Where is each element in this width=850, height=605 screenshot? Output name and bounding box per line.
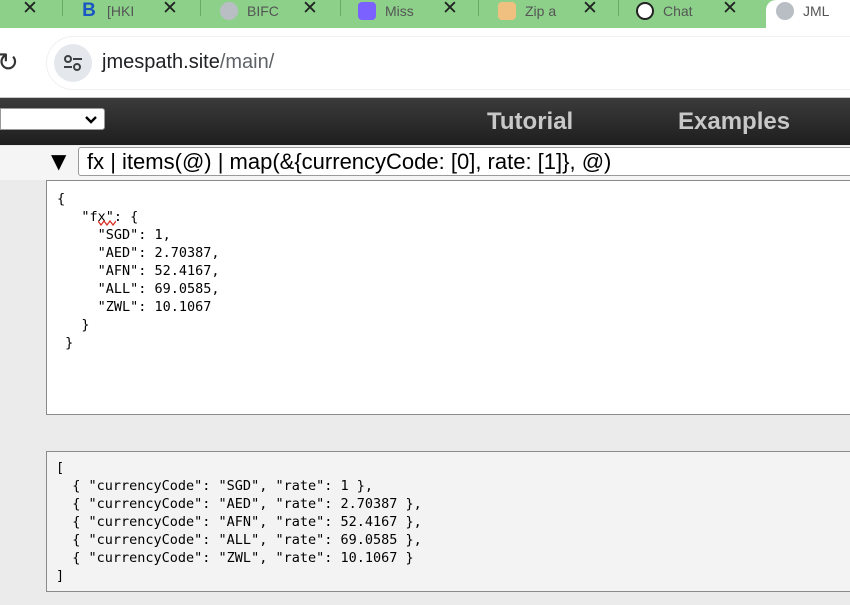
b-bold-icon: B (82, 0, 96, 21)
close-tab-icon[interactable]: ✕ (442, 0, 458, 20)
address-bar[interactable]: jmespath.site/main/ (46, 36, 850, 90)
site-info-button[interactable] (54, 44, 92, 82)
collapse-toggle-icon[interactable]: ▼ (51, 149, 66, 173)
input-json-text[interactable]: { "fx": { "SGD": 1, "AED": 2.70387, "AFN… (57, 190, 220, 352)
example-select[interactable] (0, 108, 105, 130)
openai-icon (636, 2, 654, 20)
browser-tab[interactable]: BIFC ✕ (220, 0, 318, 22)
result-output: [ { "currencyCode": "SGD", "rate": 1 }, … (46, 451, 850, 592)
browser-toolbar: ↻ jmespath.site/main/ (0, 28, 850, 98)
input-json-editor[interactable]: { "fx": { "SGD": 1, "AED": 2.70387, "AFN… (46, 180, 850, 415)
globe-icon (220, 2, 238, 20)
browser-tab[interactable]: Miss ✕ (358, 0, 458, 22)
tab-separator (478, 0, 479, 16)
reload-icon[interactable]: ↻ (0, 48, 19, 78)
tab-separator (62, 0, 63, 16)
tab-title: JML (803, 3, 830, 19)
tab-separator (618, 0, 619, 16)
zip-icon (498, 2, 516, 20)
app-header: Tutorial Examples (0, 98, 850, 145)
tab-title: BIFC (247, 3, 279, 19)
tab-separator (200, 0, 201, 16)
tab-title: [HKI (107, 3, 135, 19)
close-tab-icon[interactable]: ✕ (302, 0, 318, 20)
close-tab-icon[interactable]: ✕ (722, 0, 738, 20)
nav-examples-link[interactable]: Examples (678, 108, 790, 136)
close-tab-icon[interactable]: ✕ (22, 0, 38, 20)
browser-tab[interactable]: B [HKI ✕ (80, 0, 178, 22)
active-browser-tab[interactable]: JML (766, 0, 850, 28)
spellcheck-squiggle-icon (98, 220, 116, 226)
nav-tutorial-link[interactable]: Tutorial (487, 108, 573, 136)
url-path: /main/ (219, 51, 275, 73)
tune-icon (64, 55, 82, 71)
tab-title: Chat (663, 3, 693, 19)
result-json-text: [ { "currencyCode": "SGD", "rate": 1 }, … (56, 460, 422, 584)
tab-title: Zip a (525, 3, 557, 19)
tab-title: Miss (385, 3, 414, 19)
expression-input[interactable]: fx | items(@) | map(&{currencyCode: [0],… (78, 147, 850, 176)
purple-app-icon (358, 2, 376, 20)
chevron-down-icon (85, 116, 97, 124)
url-host: jmespath.site (102, 51, 220, 73)
globe-icon (776, 2, 794, 20)
url-text[interactable]: jmespath.site/main/ (102, 51, 274, 74)
browser-tab[interactable]: Chat ✕ (636, 0, 738, 22)
tab-separator (340, 0, 341, 16)
close-tab-icon[interactable]: ✕ (582, 0, 598, 20)
browser-tab[interactable]: JML (776, 0, 829, 22)
close-tab-icon[interactable]: ✕ (162, 0, 178, 20)
expression-row: ▼ fx | items(@) | map(&{currencyCode: [0… (0, 146, 850, 180)
browser-tab-strip: ✕ B [HKI ✕ BIFC ✕ Miss ✕ Zip a ✕ Chat ✕ … (0, 0, 850, 28)
browser-tab[interactable]: Zip a ✕ (498, 0, 598, 22)
